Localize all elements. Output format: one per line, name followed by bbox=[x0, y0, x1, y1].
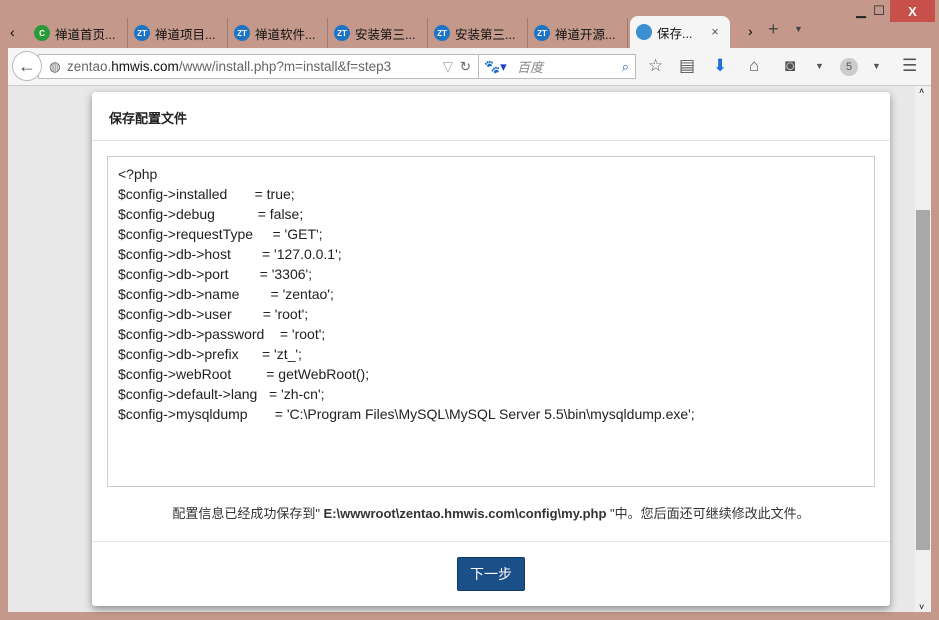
reload-icon[interactable]: ↻ bbox=[460, 59, 471, 75]
nav-toolbar: ◍ zentao. hmwis.com/www/install.php?m=inst… bbox=[8, 48, 931, 86]
close-tab-icon[interactable]: × bbox=[711, 25, 718, 39]
screenshot-icon[interactable]: ◙ bbox=[785, 56, 795, 76]
msg-text: 配置信息已经成功保存到" bbox=[172, 506, 324, 521]
tab-label: 禅道首页... bbox=[55, 27, 116, 42]
tabs-scroll-left-icon[interactable]: ‹ bbox=[10, 24, 15, 40]
reading-list-icon[interactable]: ▤ bbox=[679, 56, 695, 76]
tab[interactable]: ZT 禅道项目... bbox=[128, 18, 228, 48]
tabs-scroll-right-icon[interactable]: › bbox=[748, 23, 753, 39]
tab-label: 禅道软件... bbox=[255, 27, 316, 42]
tab[interactable]: ZT 安装第三... bbox=[328, 18, 428, 48]
tab-bar: ‹ C 禅道首页... ZT 禅道项目... ZT 禅道软件... ZT 安装第三...… bbox=[8, 16, 939, 48]
dropdown-icon[interactable]: ▼ bbox=[815, 61, 824, 71]
back-button[interactable]: ← bbox=[12, 51, 42, 81]
config-path: E:\wwwroot\zentao.hmwis.com\config\my.ph… bbox=[323, 506, 607, 521]
url-path: /www/install.php?m=install&f=step3 bbox=[178, 59, 392, 74]
save-message: 配置信息已经成功保存到" E:\wwwroot\zentao.hmwis.com… bbox=[92, 503, 890, 522]
zentao-icon: ZT bbox=[534, 25, 550, 41]
home-icon[interactable]: ⌂ bbox=[749, 56, 759, 76]
download-icon[interactable]: ⬇ bbox=[713, 56, 727, 76]
dropdown-icon[interactable]: ▼ bbox=[872, 61, 881, 71]
globe-icon bbox=[636, 24, 652, 40]
zentao-icon: ZT bbox=[334, 25, 350, 41]
url-text: zentao. bbox=[67, 59, 112, 74]
tab-label: 禅道开源... bbox=[555, 27, 616, 42]
tab[interactable]: ZT 安装第三... bbox=[428, 18, 528, 48]
scrollbar-thumb[interactable] bbox=[916, 210, 930, 550]
bookmark-star-icon[interactable]: ☆ bbox=[648, 56, 663, 76]
scroll-up-icon[interactable]: ˄ bbox=[919, 86, 924, 96]
tab[interactable]: ZT 禅道开源... bbox=[528, 18, 628, 48]
new-tab-icon[interactable]: + bbox=[768, 19, 779, 40]
dialog-title: 保存配置文件 bbox=[92, 92, 890, 141]
globe-icon: ◍ bbox=[49, 58, 61, 74]
tab-label: 安装第三... bbox=[355, 27, 416, 42]
baidu-icon: 🐾▾ bbox=[484, 58, 507, 74]
tab[interactable]: C 禅道首页... bbox=[28, 18, 128, 48]
tab-active[interactable]: 保存... × bbox=[630, 16, 730, 48]
tab-label: 保存... bbox=[657, 26, 693, 41]
next-step-button[interactable]: 下一步 bbox=[457, 557, 525, 591]
search-input[interactable]: 🐾▾ 百度 ⌕ bbox=[478, 54, 636, 79]
tab[interactable]: ZT 禅道软件... bbox=[228, 18, 328, 48]
dialog-footer-divider bbox=[92, 541, 890, 542]
zentao-icon: ZT bbox=[234, 25, 250, 41]
url-bar[interactable]: ◍ zentao. hmwis.com/www/install.php?m=inst… bbox=[38, 54, 480, 79]
tab-label: 禅道项目... bbox=[155, 27, 216, 42]
dropdown-icon[interactable]: ▽ bbox=[443, 59, 453, 75]
search-placeholder: 百度 bbox=[517, 60, 544, 75]
scrollbar[interactable]: ˄ ˅ bbox=[915, 86, 931, 612]
save-config-dialog: 保存配置文件 配置信息已经成功保存到" E:\wwwroot\zentao.hm… bbox=[92, 92, 890, 606]
tab-list-icon[interactable]: ▼ bbox=[794, 24, 803, 34]
tab-label: 安装第三... bbox=[455, 27, 516, 42]
addon-badge[interactable]: 5 bbox=[840, 58, 858, 76]
url-host: hmwis.com bbox=[111, 59, 179, 74]
scroll-down-icon[interactable]: ˅ bbox=[919, 602, 924, 612]
page-content: 保存配置文件 配置信息已经成功保存到" E:\wwwroot\zentao.hm… bbox=[8, 86, 931, 612]
msg-text: "中。您后面还可继续修改此文件。 bbox=[606, 506, 810, 521]
zentao-icon: ZT bbox=[134, 25, 150, 41]
zentao-icon: ZT bbox=[434, 25, 450, 41]
menu-icon[interactable]: ☰ bbox=[902, 56, 917, 76]
config-textarea[interactable] bbox=[107, 156, 875, 487]
site-icon: C bbox=[34, 25, 50, 41]
search-icon[interactable]: ⌕ bbox=[622, 59, 629, 75]
